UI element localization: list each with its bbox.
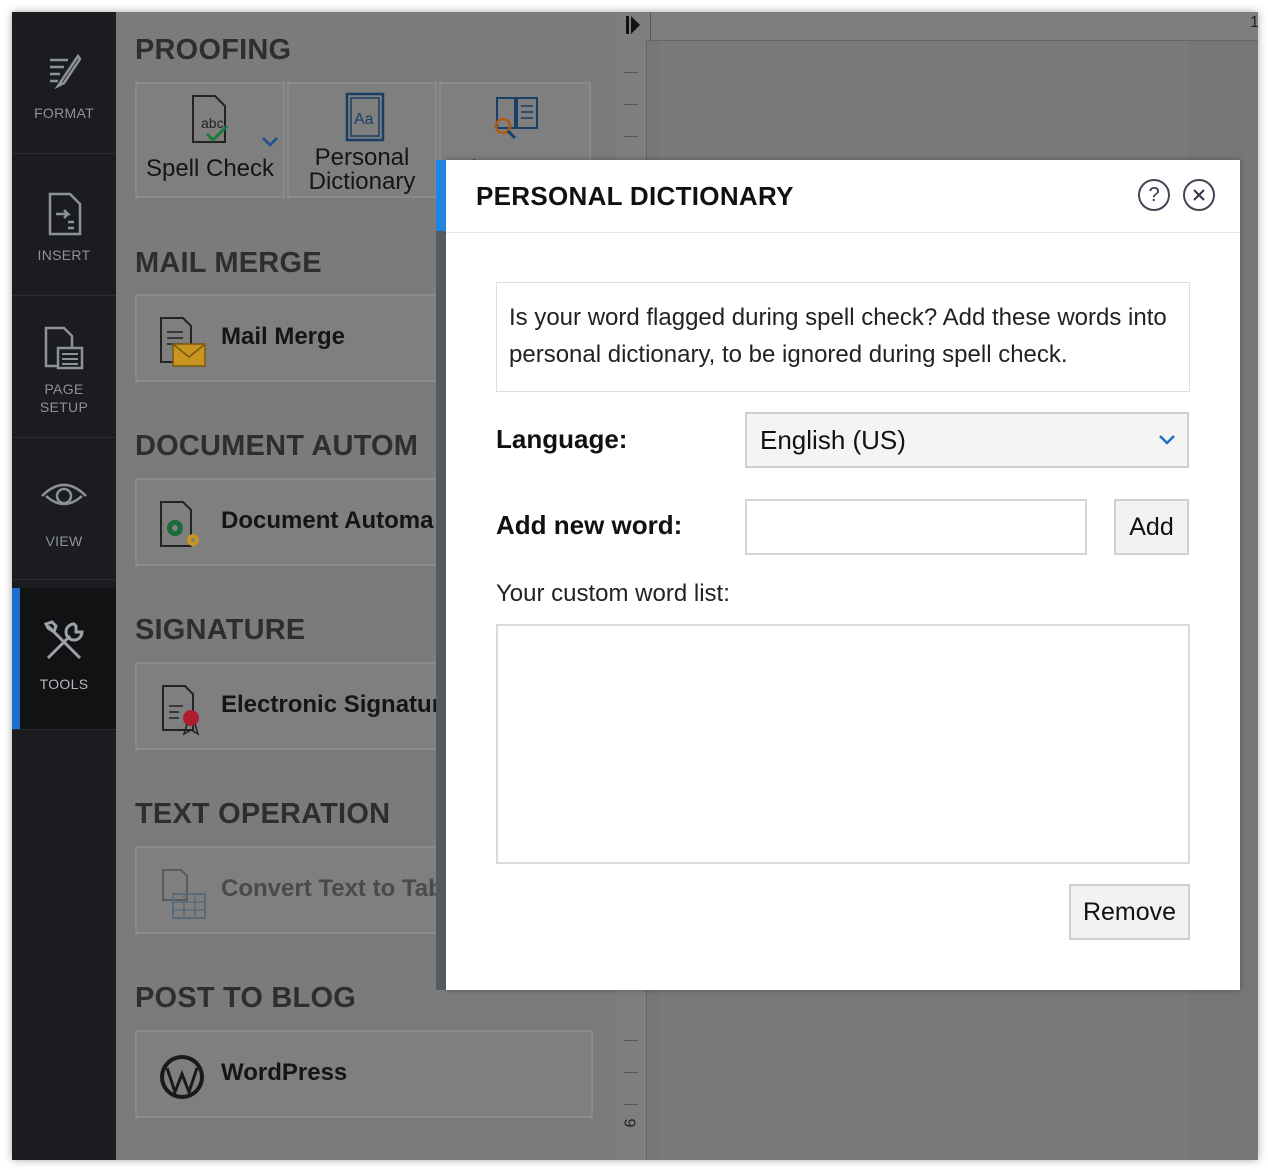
personal-dictionary-label-line1: Personal — [314, 144, 410, 171]
add-new-word-label: Add new word: — [496, 510, 683, 540]
signature-certificate-icon — [162, 685, 200, 736]
chevron-down-icon[interactable] — [261, 136, 279, 148]
page-setup-icon — [44, 326, 84, 370]
ruler-number: 1 — [1250, 14, 1258, 31]
rail-item-tools[interactable]: TOOLS — [12, 588, 116, 730]
eye-icon — [41, 483, 87, 506]
section-title-document-automation: DOCUMENT AUTOM — [135, 430, 419, 462]
dictionary-book-icon: Aa — [345, 92, 385, 142]
mail-merge-icon — [160, 317, 206, 367]
add-button[interactable]: Add — [1114, 499, 1189, 555]
ruler-tick — [624, 1072, 638, 1073]
svg-text:abc: abc — [201, 115, 224, 131]
section-title-post-to-blog: POST TO BLOG — [135, 982, 356, 1014]
document-automation-gear-icon — [160, 501, 199, 547]
ruler-tick — [624, 72, 638, 73]
ruler-divider — [650, 12, 651, 40]
format-brush-icon — [50, 53, 82, 90]
ruler-number: 9 — [620, 1118, 638, 1128]
help-icon[interactable]: ? — [1138, 179, 1170, 211]
document-automation-label: Document Automa — [221, 507, 434, 534]
rail-label: FORMAT — [34, 105, 94, 121]
ruler-tick — [624, 1104, 638, 1105]
dialog-accent-bar — [436, 160, 446, 231]
language-value: English (US) — [760, 425, 906, 455]
rail-item-insert[interactable]: INSERT — [12, 154, 116, 296]
dialog-title: PERSONAL DICTIONARY — [476, 181, 794, 211]
chevron-down-icon — [1159, 435, 1175, 445]
rail-item-format[interactable]: FORMAT — [12, 12, 116, 154]
custom-word-list-label: Your custom word list: — [496, 580, 730, 607]
rail-item-view[interactable]: VIEW — [12, 438, 116, 580]
section-title-signature: SIGNATURE — [135, 614, 306, 646]
section-title-text-operation: TEXT OPERATION — [135, 798, 391, 830]
ruler-tick — [624, 104, 638, 105]
dialog-header: PERSONAL DICTIONARY ? — [446, 160, 1240, 233]
personal-dictionary-button[interactable]: Aa Personal Dictionary — [287, 82, 437, 198]
rail-label-line1: PAGE — [44, 381, 84, 397]
section-title-proofing: PROOFING — [135, 34, 292, 66]
horizontal-ruler: 1 — [616, 12, 1258, 41]
ruler-tick — [624, 1040, 638, 1041]
convert-text-to-table-icon — [162, 869, 206, 919]
language-select[interactable]: English (US) — [745, 412, 1189, 468]
spell-check-icon: abc — [192, 95, 229, 143]
rail-label: TOOLS — [39, 676, 89, 692]
wordpress-logo-icon — [160, 1055, 204, 1099]
app-window: FORMAT INSERT PAGE SETUP VIEW TOOLS PROO… — [12, 12, 1258, 1160]
section-title-mail-merge: MAIL MERGE — [135, 247, 322, 279]
insert-document-icon — [48, 192, 82, 236]
rail-label-line2: SETUP — [39, 399, 89, 415]
left-rail: FORMAT INSERT PAGE SETUP VIEW TOOLS — [12, 12, 116, 1160]
electronic-signature-label: Electronic Signatur — [221, 691, 442, 718]
convert-text-to-table-label: Convert Text to Tab — [221, 875, 443, 902]
ruler-tick — [624, 136, 638, 137]
rail-label: VIEW — [45, 533, 83, 549]
indent-marker-icon[interactable] — [624, 14, 642, 36]
dialog-left-edge — [436, 160, 446, 990]
tools-icon — [43, 620, 84, 660]
dialog-description: Is your word flagged during spell check?… — [496, 282, 1190, 392]
remove-button[interactable]: Remove — [1069, 884, 1190, 940]
wordpress-button[interactable]: WordPress — [135, 1030, 593, 1118]
close-icon[interactable] — [1183, 179, 1215, 211]
language-label: Language: — [496, 424, 628, 454]
rail-item-page-setup[interactable]: PAGE SETUP — [12, 296, 116, 438]
thesaurus-icon — [494, 97, 538, 140]
custom-word-list[interactable] — [496, 624, 1190, 864]
wordpress-label: WordPress — [221, 1059, 348, 1086]
personal-dictionary-dialog: PERSONAL DICTIONARY ? Is your word flagg… — [436, 160, 1240, 990]
svg-text:Aa: Aa — [354, 111, 374, 128]
rail-label: INSERT — [37, 247, 91, 263]
personal-dictionary-label-line2: Dictionary — [308, 168, 416, 195]
spell-check-button[interactable]: abc Spell Check — [135, 82, 285, 198]
add-new-word-input[interactable] — [745, 499, 1087, 555]
spell-check-label: Spell Check — [145, 155, 275, 182]
mail-merge-label: Mail Merge — [221, 323, 346, 350]
